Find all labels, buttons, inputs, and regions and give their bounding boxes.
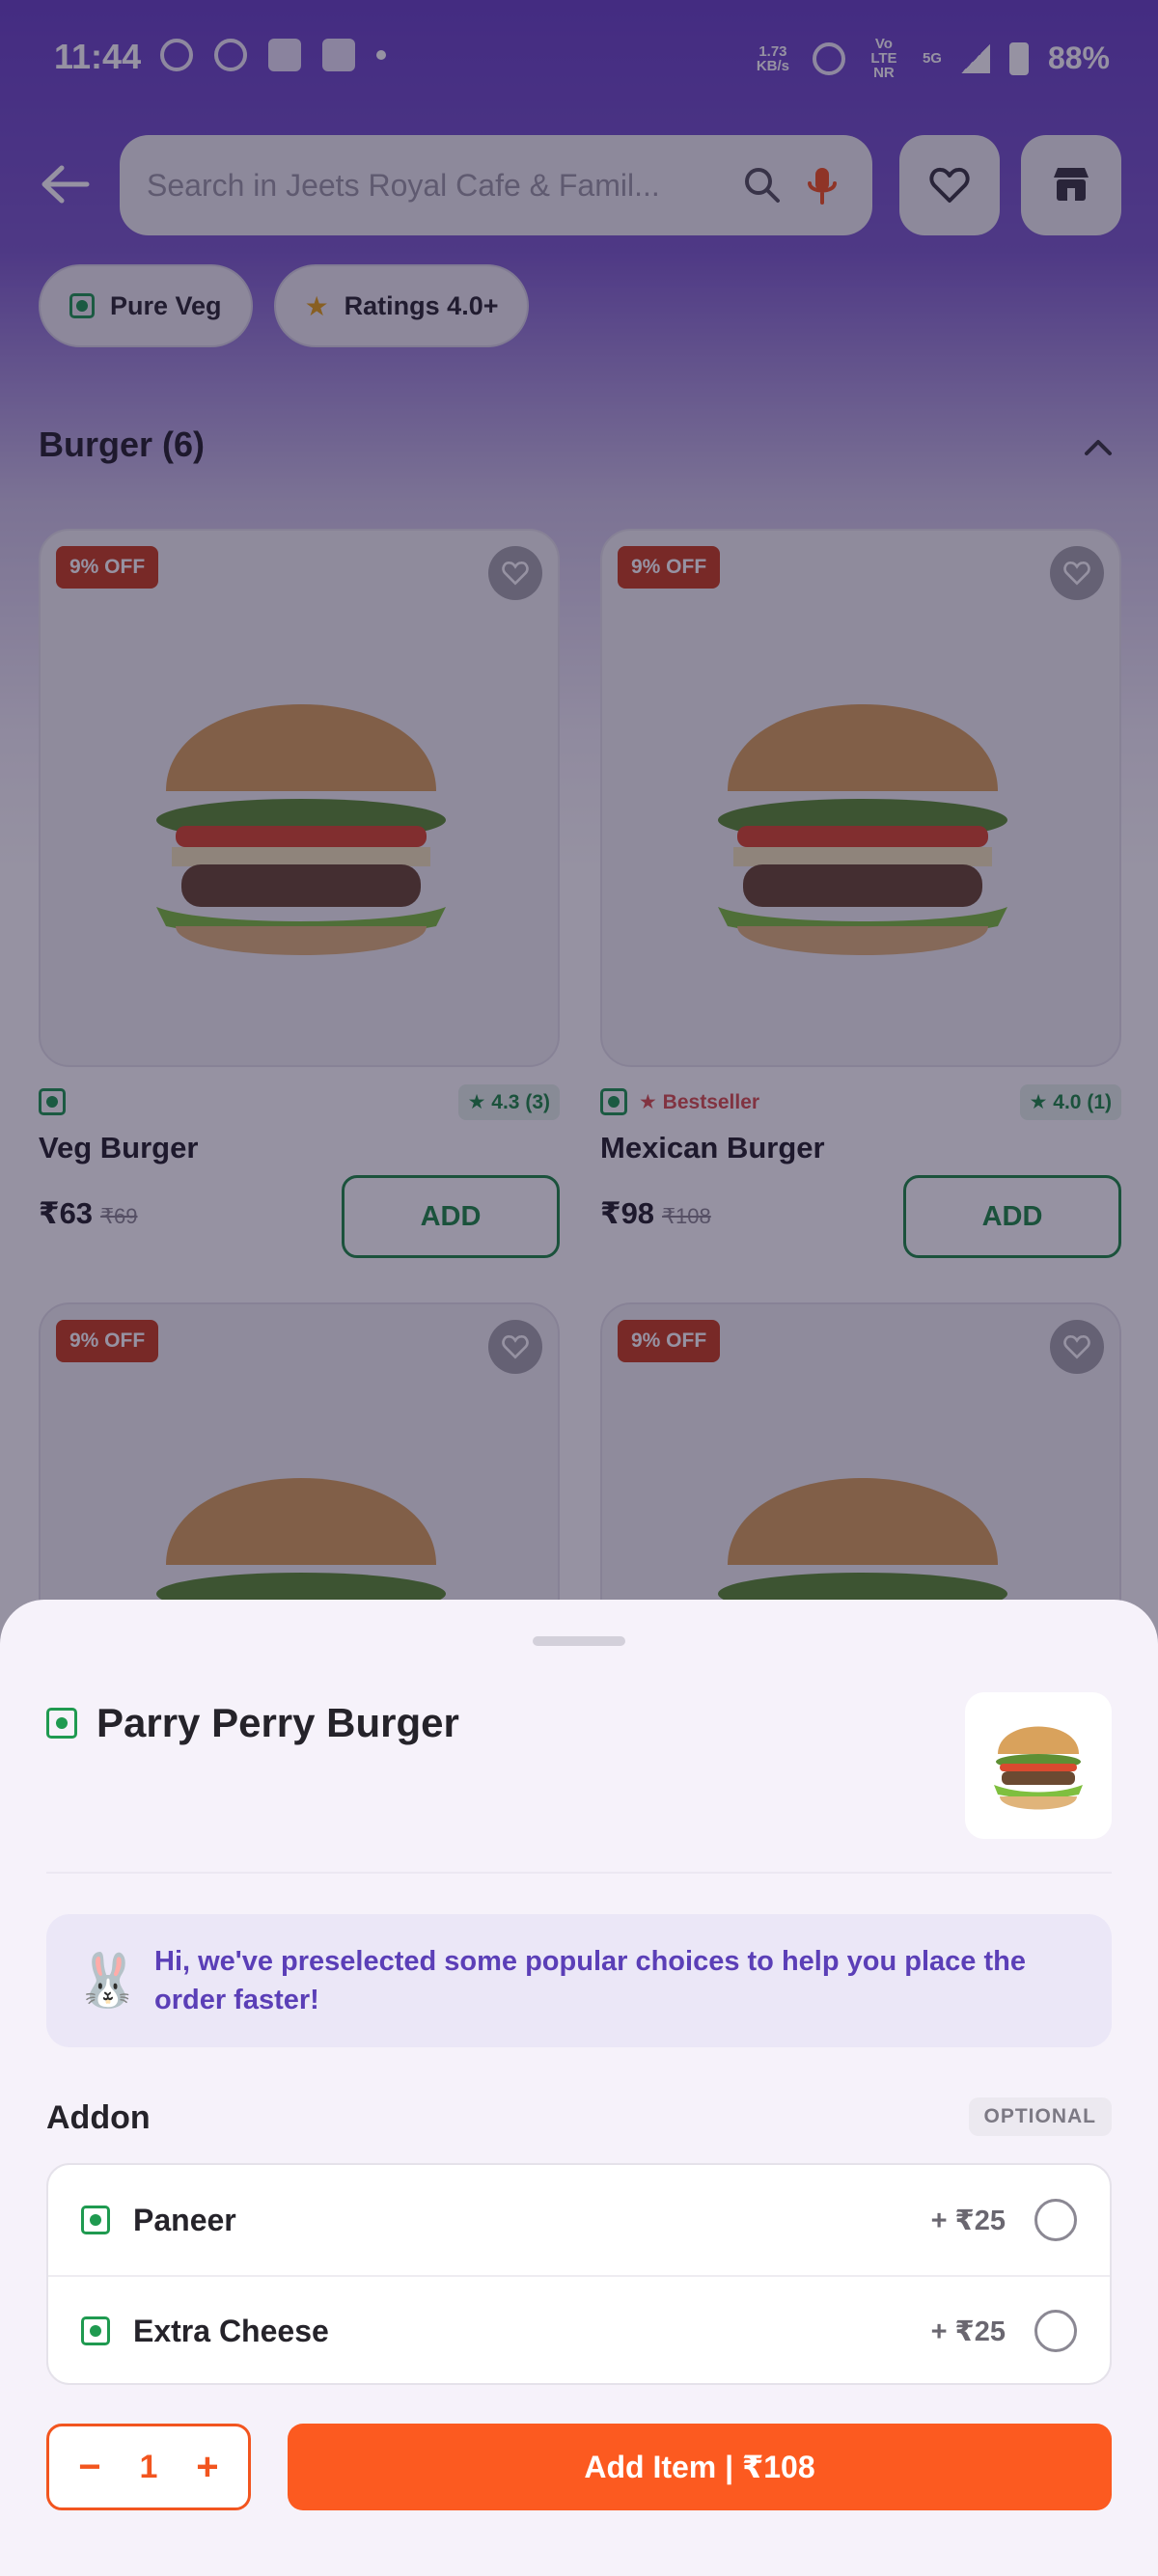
increment-button[interactable]: + xyxy=(188,2446,227,2489)
drag-handle[interactable] xyxy=(533,1636,625,1646)
decrement-button[interactable]: − xyxy=(70,2446,109,2489)
info-text: Hi, we've preselected some popular choic… xyxy=(154,1946,1026,2015)
addon-price: + ₹25 xyxy=(930,2205,1006,2236)
customize-sheet: Parry Perry Burger 🐰 Hi, we've preselect… xyxy=(0,1600,1158,2576)
add-item-button[interactable]: Add Item | ₹108 xyxy=(288,2424,1112,2510)
addon-radio[interactable] xyxy=(1034,2199,1077,2241)
preselection-info: 🐰 Hi, we've preselected some popular cho… xyxy=(46,1914,1112,2047)
veg-icon xyxy=(81,2206,110,2234)
burger-image xyxy=(994,1726,1083,1810)
optional-tag: OPTIONAL xyxy=(968,2097,1112,2136)
item-thumbnail xyxy=(965,1692,1112,1839)
addon-option-extra-cheese[interactable]: Extra Cheese + ₹25 xyxy=(48,2275,1110,2383)
addon-name: Extra Cheese xyxy=(133,2313,329,2348)
addon-title: Addon xyxy=(46,2099,151,2136)
addon-option-paneer[interactable]: Paneer + ₹25 xyxy=(48,2165,1110,2275)
sheet-title: Parry Perry Burger xyxy=(96,1700,459,1745)
addon-name: Paneer xyxy=(133,2202,236,2237)
sheet-footer: − 1 + Add Item | ₹108 xyxy=(46,2424,1112,2510)
quantity-value: 1 xyxy=(139,2448,158,2485)
veg-icon xyxy=(46,1708,77,1739)
addon-radio[interactable] xyxy=(1034,2310,1077,2352)
rabbit-icon: 🐰 xyxy=(75,1951,141,2010)
sheet-header: Parry Perry Burger xyxy=(46,1700,459,1746)
quantity-stepper: − 1 + xyxy=(46,2424,251,2510)
addon-price: + ₹25 xyxy=(930,2316,1006,2347)
divider xyxy=(46,1872,1112,1874)
addon-list: Paneer + ₹25 Extra Cheese + ₹25 xyxy=(46,2163,1112,2385)
addon-header: Addon OPTIONAL xyxy=(46,2094,1112,2142)
veg-icon xyxy=(81,2316,110,2345)
